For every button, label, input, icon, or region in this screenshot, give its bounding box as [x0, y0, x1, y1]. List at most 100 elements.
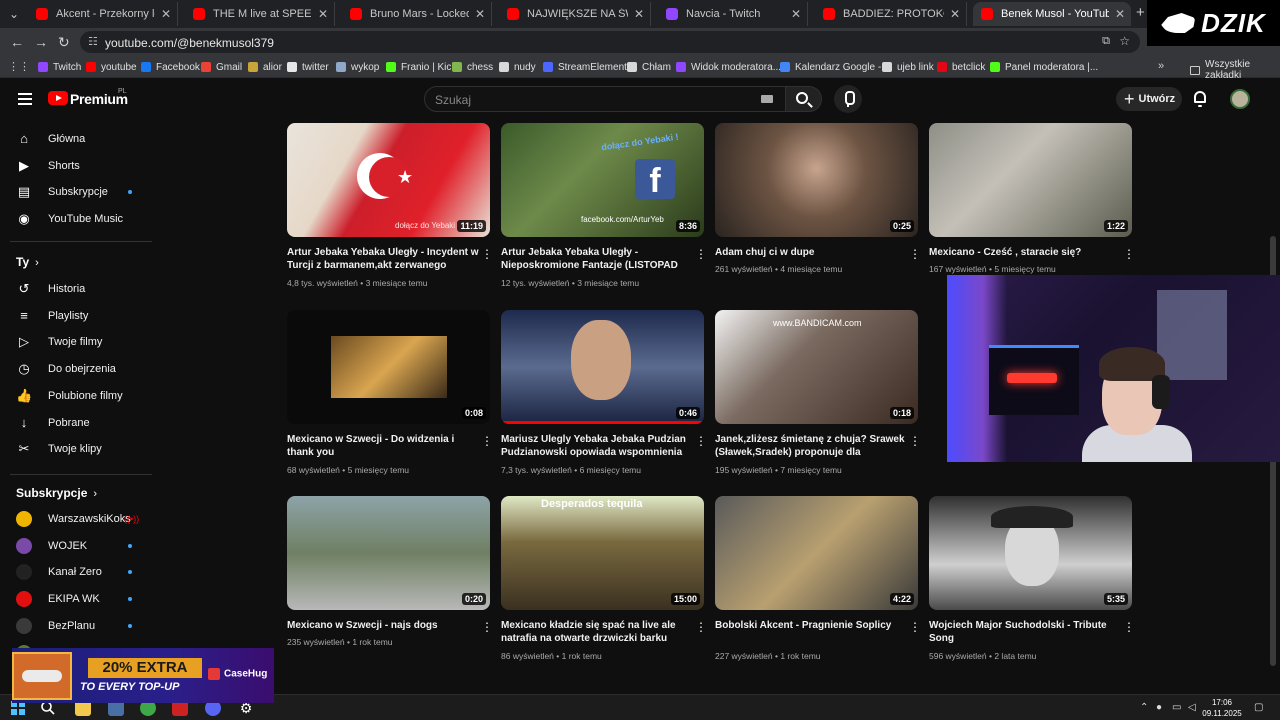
close-tab-icon[interactable]: ✕: [1115, 7, 1125, 21]
video-more-options-icon[interactable]: [909, 620, 913, 634]
bookmark-item[interactable]: Facebook: [141, 59, 200, 75]
video-thumbnail[interactable]: 0:20: [287, 496, 490, 610]
search-button[interactable]: [786, 86, 822, 112]
account-avatar[interactable]: [1230, 89, 1250, 109]
close-tab-icon[interactable]: ✕: [634, 7, 644, 21]
site-info-icon[interactable]: ☷: [88, 35, 98, 48]
browser-tab[interactable]: Bruno Mars - Locked Out Of Hea ✕: [342, 2, 492, 26]
video-more-options-icon[interactable]: [695, 434, 699, 448]
video-title[interactable]: Mexicano w Szwecji - Do widzenia i thank…: [287, 433, 479, 459]
menu-icon[interactable]: [18, 93, 32, 105]
video-more-options-icon[interactable]: [695, 247, 699, 261]
browser-tab[interactable]: NAJWIĘKSZE NA ŚWIECIE ZAWO ✕: [499, 2, 651, 26]
bookmark-item[interactable]: Chłam: [627, 59, 671, 75]
bookmark-item[interactable]: StreamElements: [543, 59, 632, 75]
video-title[interactable]: Artur Jebaka Yebaka Uległy - Incydent w …: [287, 246, 479, 272]
sidebar-you-heading[interactable]: Ty ›: [16, 255, 39, 269]
sidebar-item[interactable]: WarszawskiKoks ((•)): [0, 506, 155, 532]
sidebar-item[interactable]: ▤ Subskrypcje: [0, 179, 155, 205]
sidebar-item[interactable]: ↓ Pobrane: [0, 410, 155, 436]
bookmark-item[interactable]: Panel moderatora |...: [990, 59, 1098, 75]
video-more-options-icon[interactable]: [909, 434, 913, 448]
bookmark-item[interactable]: Widok moderatora...: [676, 59, 781, 75]
casehug-ad-banner[interactable]: 20% EXTRA TO EVERY TOP-UP CaseHug: [12, 648, 274, 703]
sidebar-item[interactable]: EKIPA WK: [0, 586, 155, 612]
volume-icon[interactable]: ◁: [1188, 702, 1196, 713]
sidebar-item[interactable]: ▶ Shorts: [0, 153, 155, 179]
sidebar-subs-heading[interactable]: Subskrypcje ›: [16, 486, 97, 500]
create-button[interactable]: + Utwórz: [1116, 87, 1182, 111]
video-thumbnail[interactable]: 0:08: [287, 310, 490, 424]
close-tab-icon[interactable]: ✕: [475, 7, 485, 21]
video-thumbnail[interactable]: 4:22: [715, 496, 918, 610]
video-title[interactable]: Mexicano - Cześć , staracie się?: [929, 246, 1121, 259]
notifications-tray-icon[interactable]: ▢: [1254, 702, 1263, 713]
browser-tab[interactable]: BADDIEZ: PROTOKÓŁ: BERLIN - ✕: [815, 2, 967, 26]
bookmark-item[interactable]: betclick: [937, 59, 985, 75]
search-input[interactable]: Szukaj: [424, 86, 786, 112]
back-icon[interactable]: ←: [10, 34, 24, 50]
video-title[interactable]: Janek,zliżesz śmietanę z chuja? Srawek (…: [715, 433, 907, 459]
video-thumbnail[interactable]: 1:22: [929, 123, 1132, 237]
more-bookmarks-icon[interactable]: »: [1158, 60, 1164, 72]
bookmark-item[interactable]: Gmail: [201, 59, 242, 75]
sidebar-item[interactable]: 👍 Polubione filmy: [0, 383, 155, 409]
video-more-options-icon[interactable]: [1123, 620, 1127, 634]
network-icon[interactable]: ▭: [1172, 702, 1181, 713]
browser-tab[interactable]: Navcia - Twitch ✕: [658, 2, 808, 26]
browser-tab[interactable]: Akcent - Przekorny los (Oficjalny ✕: [28, 2, 178, 26]
address-bar[interactable]: ☷ youtube.com/@benekmusol379 ⧉ ☆: [80, 31, 1140, 53]
close-tab-icon[interactable]: ✕: [791, 7, 801, 21]
notifications-bell-icon[interactable]: [1194, 91, 1206, 107]
sidebar-item[interactable]: WOJEK: [0, 533, 155, 559]
video-title[interactable]: Adam chuj ci w dupe: [715, 246, 907, 259]
bookmark-item[interactable]: twitter: [287, 59, 329, 75]
install-app-icon[interactable]: ⧉: [1102, 35, 1110, 48]
sidebar-item[interactable]: ⌂ Główna: [0, 126, 155, 152]
bookmark-star-icon[interactable]: ☆: [1119, 34, 1130, 48]
video-title[interactable]: Wojciech Major Suchodolski - Tribute Son…: [929, 619, 1121, 645]
video-more-options-icon[interactable]: [1123, 247, 1127, 261]
keyboard-icon[interactable]: [761, 95, 773, 103]
video-thumbnail[interactable]: ★ dołącz do Yebaki 11:19: [287, 123, 490, 237]
close-tab-icon[interactable]: ✕: [950, 7, 960, 21]
tab-search-icon[interactable]: ⌄: [6, 6, 22, 22]
all-bookmarks-folder[interactable]: Wszystkie zakładki: [1190, 59, 1280, 81]
video-thumbnail[interactable]: Desperados tequila 15:00: [501, 496, 704, 610]
video-title[interactable]: Mexicano kładzie się spać na live ale na…: [501, 619, 693, 645]
video-more-options-icon[interactable]: [481, 620, 485, 634]
bookmark-item[interactable]: Kalendarz Google -...: [780, 59, 890, 75]
youtube-logo-icon[interactable]: [48, 91, 68, 105]
bookmark-item[interactable]: Franio | Kick: [386, 59, 456, 75]
voice-search-icon[interactable]: [834, 85, 862, 113]
video-thumbnail[interactable]: 0:25: [715, 123, 918, 237]
close-tab-icon[interactable]: ✕: [318, 7, 328, 21]
video-title[interactable]: Mariusz Ulegly Yebaka Jebaka Pudzian Pud…: [501, 433, 693, 459]
sidebar-item[interactable]: Kanał Zero: [0, 559, 155, 585]
apps-grid-icon[interactable]: ⋮⋮: [8, 60, 30, 73]
bookmark-item[interactable]: wykop: [336, 59, 379, 75]
sidebar-item[interactable]: ✂ Twoje klipy: [0, 436, 155, 462]
sidebar-item[interactable]: ≡ Playlisty: [0, 303, 155, 329]
taskbar-clock[interactable]: 17:06 09.11.2025: [1200, 697, 1244, 719]
video-more-options-icon[interactable]: [481, 247, 485, 261]
video-title[interactable]: Bobolski Akcent - Pragnienie Soplicy: [715, 619, 907, 632]
video-thumbnail[interactable]: 0:46: [501, 310, 704, 424]
sidebar-item[interactable]: ◷ Do obejrzenia: [0, 356, 155, 382]
video-thumbnail[interactable]: 5:35: [929, 496, 1132, 610]
bookmark-item[interactable]: ujeb link: [882, 59, 934, 75]
browser-tab[interactable]: Benek Musol - YouTube ✕: [973, 2, 1131, 26]
tray-chevron-icon[interactable]: ⌃: [1140, 702, 1148, 713]
close-tab-icon[interactable]: ✕: [161, 7, 171, 21]
bookmark-item[interactable]: chess: [452, 59, 493, 75]
browser-tab[interactable]: THE M live at SPEEDLAND FEST ✕: [185, 2, 335, 26]
sidebar-item[interactable]: ◉ YouTube Music: [0, 206, 155, 232]
sidebar-item[interactable]: BezPlanu: [0, 613, 155, 639]
sidebar-item[interactable]: ▷ Twoje filmy: [0, 329, 155, 355]
video-more-options-icon[interactable]: [909, 247, 913, 261]
video-title[interactable]: Mexicano w Szwecji - najs dogs: [287, 619, 479, 632]
reload-icon[interactable]: ↻: [58, 34, 70, 51]
url-text[interactable]: youtube.com/@benekmusol379: [105, 36, 274, 50]
video-more-options-icon[interactable]: [695, 620, 699, 634]
new-tab-button[interactable]: +: [1136, 4, 1145, 21]
